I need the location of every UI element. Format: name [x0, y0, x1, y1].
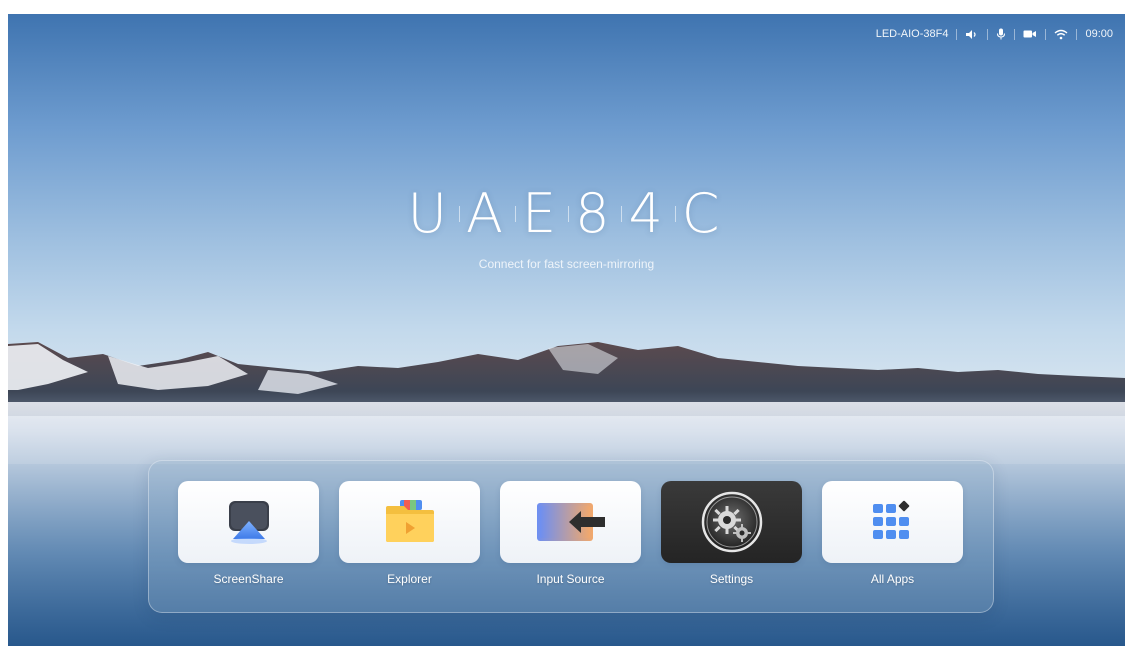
app-tile[interactable] — [178, 481, 319, 563]
app-tile[interactable] — [339, 481, 480, 563]
title-char: E — [521, 182, 563, 245]
wifi-icon[interactable] — [1054, 29, 1068, 40]
app-input-source[interactable]: Input Source — [500, 481, 641, 586]
divider — [987, 28, 989, 40]
app-label: ScreenShare — [213, 572, 284, 586]
screenshare-icon — [228, 501, 269, 544]
input-source-icon — [536, 503, 605, 541]
title-char: 4 — [628, 182, 669, 245]
app-grid-icon — [872, 500, 909, 539]
app-dock: ScreenShare Explorer Input Source Settin… — [148, 460, 994, 613]
divider — [1045, 28, 1047, 40]
app-label: Input Source — [536, 572, 605, 586]
app-tile[interactable] — [822, 481, 963, 563]
title-char: U — [407, 182, 453, 245]
title-divider — [674, 205, 676, 222]
folder-icon — [385, 500, 434, 542]
gear-icon — [701, 491, 762, 553]
camera-icon[interactable] — [1023, 29, 1037, 39]
title-char: 8 — [575, 182, 616, 245]
app-label: Explorer — [387, 572, 432, 586]
app-all-apps[interactable]: All Apps — [822, 481, 963, 586]
app-label: All Apps — [870, 572, 915, 586]
title-divider — [621, 205, 623, 222]
clock: 09:00 — [1085, 28, 1113, 40]
title-divider — [459, 205, 460, 222]
app-tile[interactable] — [500, 481, 641, 563]
divider — [1014, 28, 1016, 40]
device-name: LED-AIO-38F4 — [875, 28, 949, 40]
device-title: U A E 8 4 C — [403, 182, 729, 245]
title-char: C — [681, 182, 726, 245]
status-bar: LED-AIO-38F4 09:00 — [876, 28, 1113, 40]
hero: U A E 8 4 C Connect for fast screen-mirr… — [8, 182, 1125, 271]
divider — [956, 28, 958, 40]
title-divider — [514, 205, 516, 222]
title-char: A — [466, 182, 509, 245]
app-tile[interactable] — [661, 481, 802, 563]
app-settings[interactable]: Settings — [661, 481, 802, 586]
microphone-icon[interactable] — [996, 28, 1006, 40]
home-screen: LED-AIO-38F4 09:00 U A E 8 4 C Connect f… — [8, 14, 1125, 646]
divider — [1076, 28, 1078, 40]
title-divider — [568, 205, 570, 222]
app-explorer[interactable]: Explorer — [339, 481, 480, 586]
volume-icon[interactable] — [965, 29, 979, 40]
hero-subtitle: Connect for fast screen-mirroring — [478, 257, 655, 271]
app-label: Settings — [709, 572, 754, 586]
app-screenshare[interactable]: ScreenShare — [178, 481, 319, 586]
